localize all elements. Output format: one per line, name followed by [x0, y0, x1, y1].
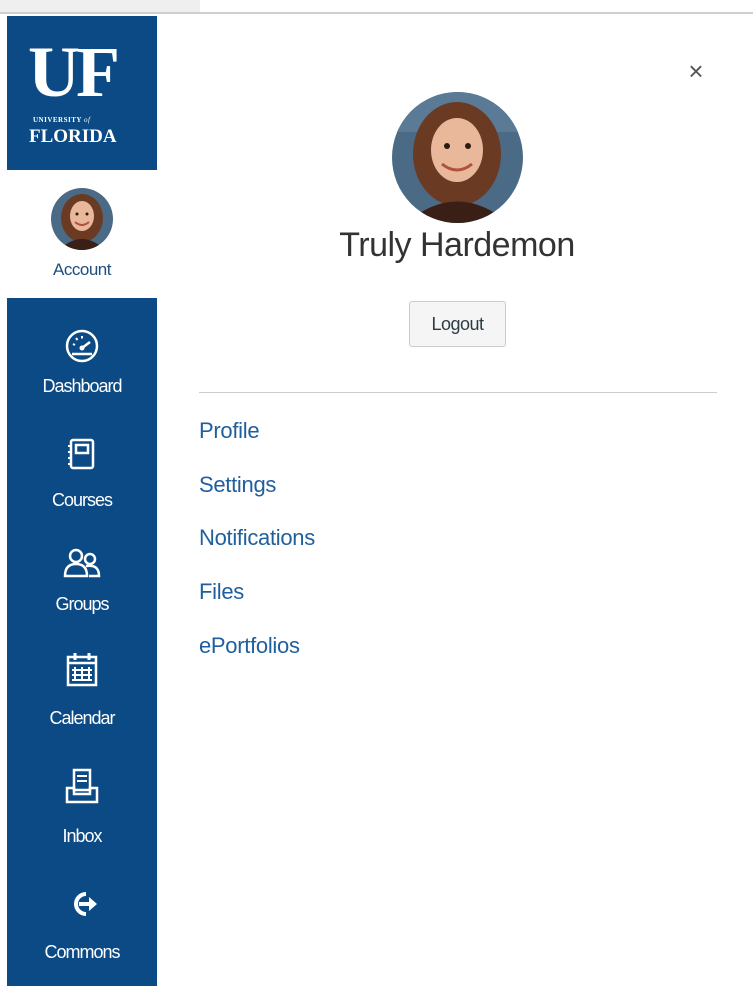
inbox-icon: [65, 768, 99, 804]
nav-item-account[interactable]: Account: [7, 170, 157, 298]
profile-name: Truly Hardemon: [339, 226, 575, 264]
nav-label-courses: Courses: [51, 490, 113, 510]
browser-top-edge: [0, 0, 753, 14]
account-label: Account: [53, 260, 111, 279]
nav-label-inbox: Inbox: [62, 826, 102, 846]
uf-logo-link[interactable]: UF UNIVERSITY of FLORIDA: [7, 16, 157, 170]
nav-label-calendar: Calendar: [49, 708, 115, 728]
logo-florida-text: FLORIDA: [29, 126, 117, 147]
calendar-icon: [66, 653, 98, 687]
logout-button[interactable]: Logout: [409, 301, 506, 347]
commons-icon: [74, 892, 97, 916]
link-profile[interactable]: Profile: [199, 418, 260, 444]
divider: [199, 392, 717, 393]
link-files[interactable]: Files: [199, 579, 244, 605]
nav-item-courses[interactable]: Courses: [7, 426, 157, 526]
profile-avatar: [392, 92, 523, 223]
nav-item-groups[interactable]: Groups: [7, 536, 157, 636]
nav-label-groups: Groups: [55, 594, 109, 614]
close-button[interactable]: ×: [681, 56, 711, 86]
logo-university-text: UNIVERSITY of: [33, 116, 91, 124]
logo-uf-text: UF: [28, 32, 120, 112]
nav-item-dashboard[interactable]: Dashboard: [7, 312, 157, 412]
account-tray: × Truly Hardemon Logout Profile Settings…: [157, 16, 753, 986]
courses-icon: [68, 438, 95, 470]
nav-item-commons[interactable]: Commons: [7, 878, 157, 986]
nav-label-dashboard: Dashboard: [42, 376, 122, 396]
link-eportfolios[interactable]: ePortfolios: [199, 633, 300, 659]
nav-label-commons: Commons: [44, 942, 120, 962]
browser-tab-strip: [0, 0, 200, 12]
link-settings[interactable]: Settings: [199, 472, 276, 498]
nav-item-inbox[interactable]: Inbox: [7, 762, 157, 872]
groups-icon: [63, 548, 101, 578]
account-avatar: [51, 188, 113, 250]
nav-item-calendar[interactable]: Calendar: [7, 646, 157, 756]
global-navigation: UF UNIVERSITY of FLORIDA Account Dashboa…: [7, 16, 157, 986]
dashboard-icon: [65, 329, 99, 363]
link-notifications[interactable]: Notifications: [199, 525, 315, 551]
